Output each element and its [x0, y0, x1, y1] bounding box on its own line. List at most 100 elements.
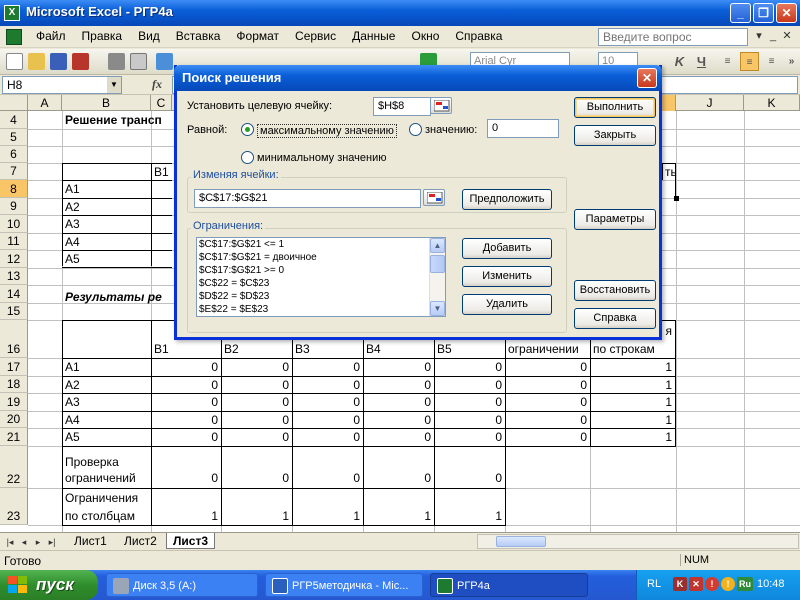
- scrollbar-thumb[interactable]: [430, 255, 445, 273]
- table-cell[interactable]: 0: [292, 413, 363, 427]
- antivirus-icon[interactable]: K: [673, 577, 687, 591]
- punto-icon[interactable]: Ru: [737, 577, 753, 591]
- table-cell[interactable]: 0: [221, 430, 292, 444]
- limit-cell[interactable]: 1: [363, 509, 434, 523]
- italic-button[interactable]: K: [670, 52, 689, 71]
- table-cell[interactable]: 0: [434, 413, 505, 427]
- name-box[interactable]: H8 ▼: [2, 76, 122, 94]
- table-cell[interactable]: 0: [151, 360, 221, 374]
- reset-all-button[interactable]: Восстановить: [574, 280, 656, 301]
- menu-view[interactable]: Вид: [130, 29, 168, 43]
- table-cell[interactable]: 0: [221, 395, 292, 409]
- table-cell[interactable]: 0: [363, 360, 434, 374]
- row-header[interactable]: 4: [0, 111, 28, 129]
- collapse-dialog-icon[interactable]: [430, 97, 452, 114]
- row-header-selected[interactable]: 8: [0, 180, 28, 198]
- minimize-button[interactable]: _: [730, 3, 751, 23]
- constraint-item[interactable]: $C$17:$G$21 >= 0: [197, 264, 445, 277]
- row-header[interactable]: 14: [0, 285, 28, 303]
- table-cell[interactable]: 0: [505, 413, 590, 427]
- help-button[interactable]: Справка: [574, 308, 656, 329]
- row-header[interactable]: 19: [0, 393, 28, 411]
- constraints-scrollbar[interactable]: ▲ ▼: [429, 238, 445, 316]
- table-cell[interactable]: 0: [505, 395, 590, 409]
- save-icon[interactable]: [50, 53, 67, 70]
- check-cell[interactable]: 0: [292, 471, 363, 485]
- limit-cell[interactable]: 1: [434, 509, 505, 523]
- table-cell[interactable]: 0: [221, 413, 292, 427]
- help-search-input[interactable]: [598, 28, 748, 46]
- sheet-tab-2[interactable]: Лист2: [118, 533, 163, 549]
- column-header-a[interactable]: A: [28, 95, 62, 111]
- radio-value[interactable]: [409, 123, 422, 136]
- row-header[interactable]: 23: [0, 488, 28, 525]
- table-cell[interactable]: 0: [292, 360, 363, 374]
- close-button[interactable]: ✕: [776, 3, 797, 23]
- row-header[interactable]: 11: [0, 233, 28, 250]
- insert-function-icon[interactable]: fx: [152, 77, 162, 92]
- check-cell[interactable]: 0: [363, 471, 434, 485]
- column-header-i-partial[interactable]: [662, 95, 676, 111]
- table-cell[interactable]: 0: [434, 395, 505, 409]
- excel-app-icon[interactable]: X: [4, 5, 20, 21]
- value-input[interactable]: 0: [487, 119, 559, 138]
- constraints-list[interactable]: $C$17:$G$21 <= 1 $C$17:$G$21 = двоичное …: [196, 237, 446, 317]
- table-cell[interactable]: 0: [292, 378, 363, 392]
- table-cell[interactable]: 1: [590, 395, 675, 409]
- constraint-item[interactable]: $C$17:$G$21 <= 1: [197, 238, 445, 251]
- restore-button[interactable]: ❐: [753, 3, 774, 23]
- row-header[interactable]: 10: [0, 215, 28, 233]
- align-center-icon[interactable]: ≡: [740, 52, 759, 71]
- solve-button[interactable]: Выполнить: [574, 97, 656, 118]
- check-cell[interactable]: 0: [434, 471, 505, 485]
- table-cell[interactable]: 0: [292, 430, 363, 444]
- table-cell[interactable]: 0: [151, 430, 221, 444]
- row-header[interactable]: 17: [0, 358, 28, 376]
- next-sheet-icon[interactable]: ▸: [32, 536, 44, 548]
- align-right-icon[interactable]: ≡: [762, 52, 781, 71]
- toolbar-options-icon[interactable]: »: [782, 52, 800, 71]
- options-button[interactable]: Параметры: [574, 209, 656, 230]
- column-header-k[interactable]: K: [744, 95, 800, 111]
- changing-cells-input[interactable]: $C$17:$G$21: [194, 189, 421, 208]
- underline-button[interactable]: Ч: [692, 52, 711, 71]
- add-constraint-button[interactable]: Добавить: [462, 238, 552, 259]
- spelling-icon[interactable]: [156, 53, 173, 70]
- limit-cell[interactable]: 1: [221, 509, 292, 523]
- table-cell[interactable]: 0: [151, 413, 221, 427]
- menu-window[interactable]: Окно: [403, 29, 447, 43]
- task-floppy[interactable]: Диск 3,5 (A:): [106, 573, 258, 597]
- table-cell[interactable]: 1: [590, 360, 675, 374]
- constraint-item[interactable]: $D$22 = $D$23: [197, 290, 445, 303]
- target-cell-input[interactable]: $H$8: [373, 97, 431, 116]
- permission-icon[interactable]: [72, 53, 89, 70]
- limit-cell[interactable]: 1: [151, 509, 221, 523]
- row-header[interactable]: 22: [0, 446, 28, 488]
- new-icon[interactable]: [6, 53, 23, 70]
- row-header[interactable]: 16: [0, 320, 28, 358]
- constraint-item[interactable]: $E$22 = $E$23: [197, 303, 445, 316]
- table-cell[interactable]: 1: [590, 430, 675, 444]
- table-cell[interactable]: 0: [363, 430, 434, 444]
- menu-insert[interactable]: Вставка: [168, 29, 229, 43]
- last-sheet-icon[interactable]: ▸|: [46, 536, 58, 548]
- table-cell[interactable]: 1: [590, 413, 675, 427]
- check-cell[interactable]: 0: [151, 471, 221, 485]
- radio-value-label[interactable]: значению:: [425, 124, 477, 136]
- close-dialog-button[interactable]: Закрыть: [574, 125, 656, 146]
- guess-button[interactable]: Предположить: [462, 189, 552, 210]
- print-icon[interactable]: [108, 53, 125, 70]
- radio-min[interactable]: [241, 151, 254, 164]
- row-header[interactable]: 13: [0, 268, 28, 285]
- column-header-b[interactable]: B: [62, 95, 151, 111]
- table-cell[interactable]: 0: [221, 378, 292, 392]
- row-header[interactable]: 18: [0, 376, 28, 393]
- menu-data[interactable]: Данные: [344, 29, 403, 43]
- table-cell[interactable]: 0: [505, 378, 590, 392]
- table-cell[interactable]: 0: [292, 395, 363, 409]
- radio-max[interactable]: [241, 123, 254, 136]
- delete-constraint-button[interactable]: Удалить: [462, 294, 552, 315]
- chevron-down-icon[interactable]: ▾: [752, 30, 766, 44]
- chevron-down-icon[interactable]: ▼: [107, 77, 121, 93]
- row-header[interactable]: 9: [0, 198, 28, 215]
